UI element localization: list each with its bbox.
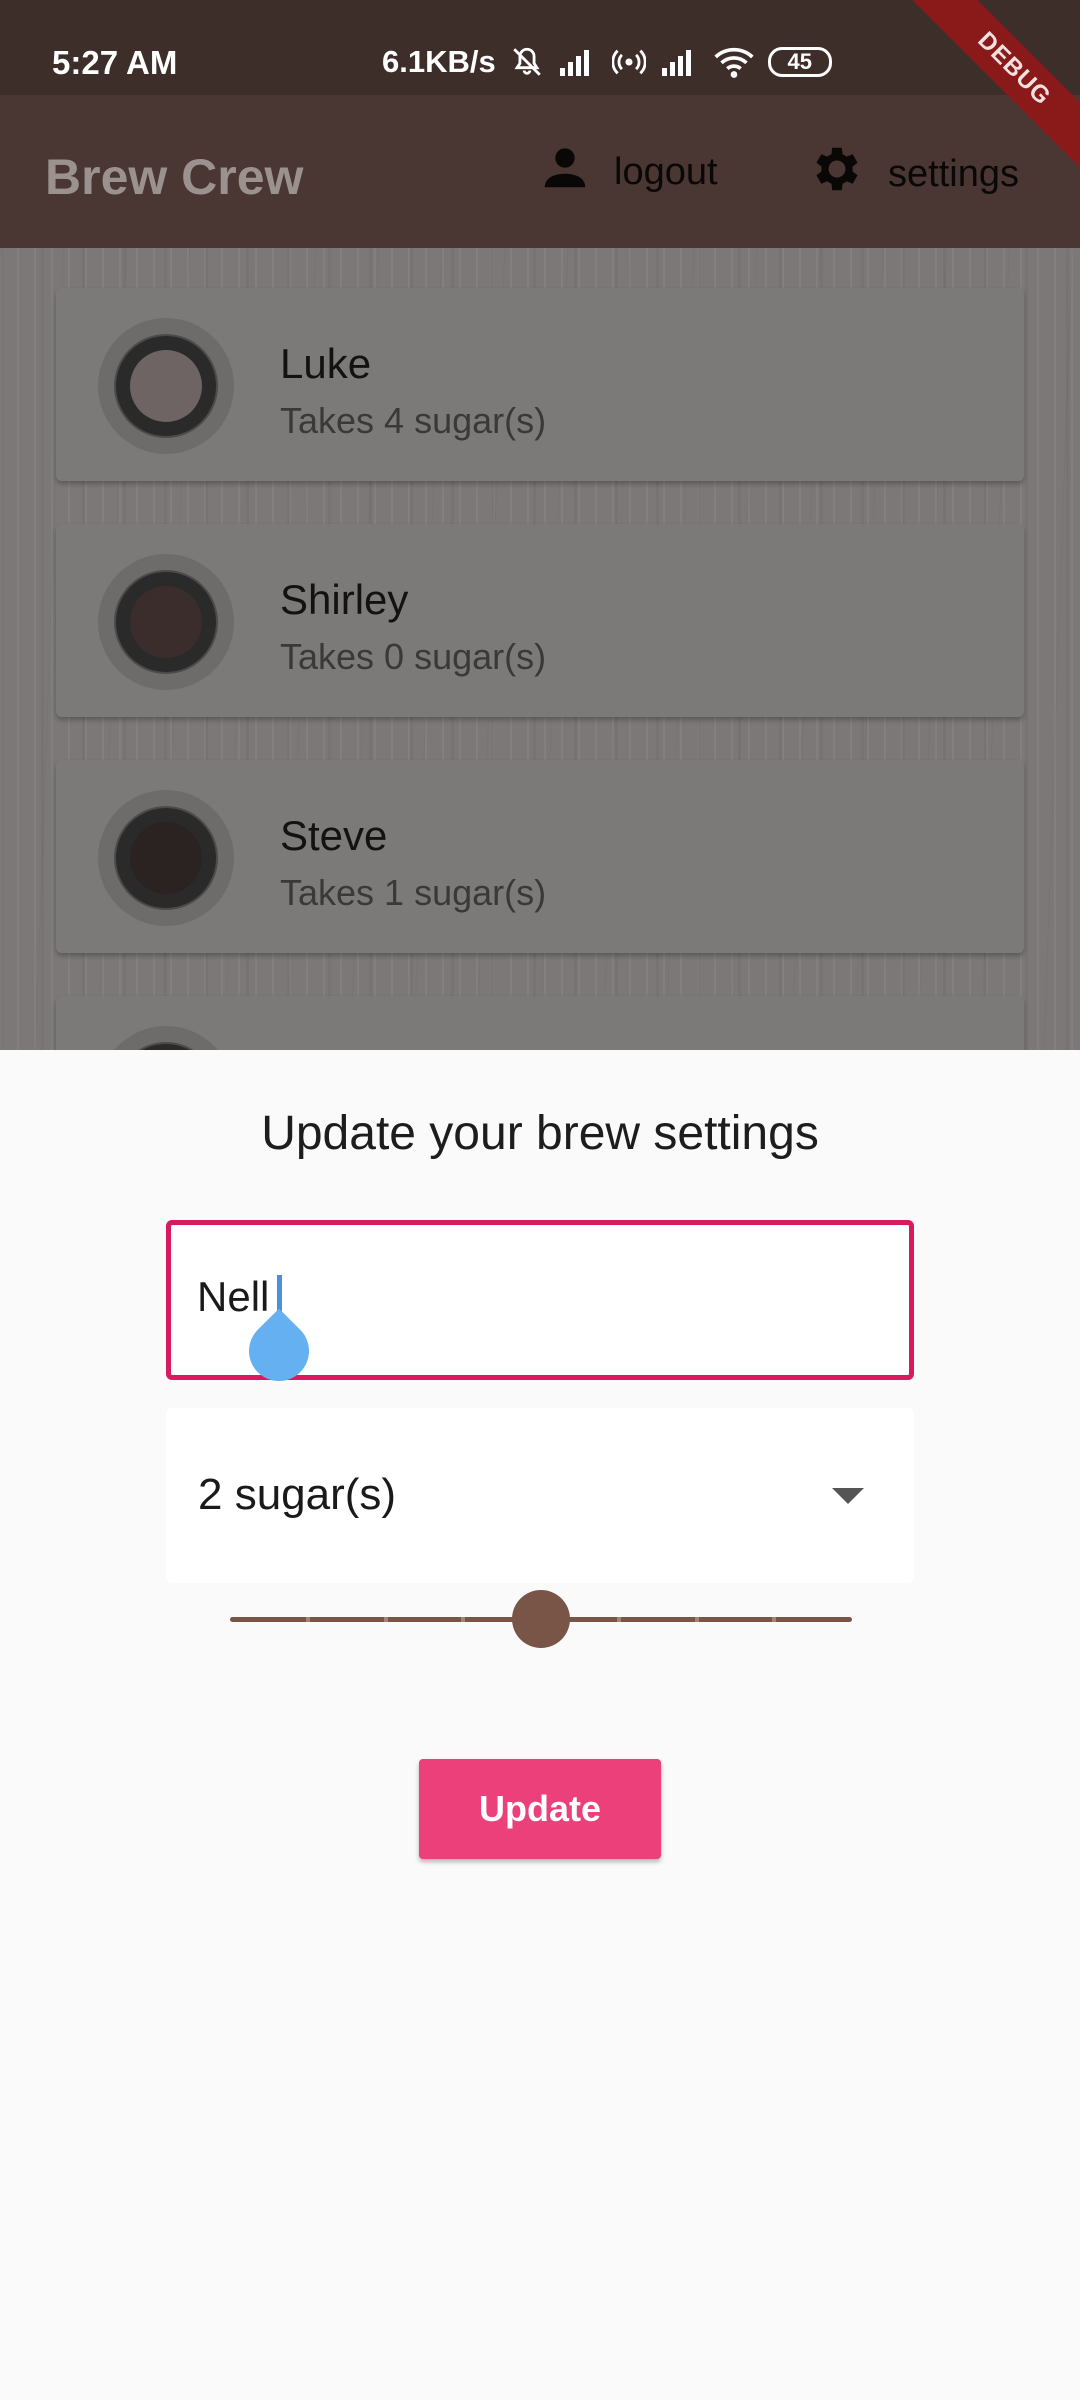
coffee-cup-icon: [114, 334, 218, 438]
brew-card[interactable]: Luke Takes 4 sugar(s): [56, 288, 1024, 481]
brew-name: Shirley: [280, 576, 409, 623]
slider-tick: [461, 1617, 466, 1622]
slider-tick: [694, 1617, 699, 1622]
gear-icon: [808, 140, 866, 208]
dropdown-arrow-icon: [832, 1488, 864, 1504]
status-time: 5:27 AM: [52, 44, 178, 81]
hotspot-icon: [611, 45, 646, 79]
brew-name: Steve: [280, 812, 388, 859]
mute-icon: [510, 45, 544, 79]
slider-tick: [772, 1617, 777, 1622]
slider-thumb[interactable]: [512, 1590, 570, 1648]
brew-sugars: Takes 0 sugar(s): [280, 636, 547, 677]
logout-button[interactable]: logout: [538, 140, 718, 204]
update-button[interactable]: Update: [419, 1759, 661, 1859]
background-screen: 5:27 AM 6.1KB/s 45 DEBUG Brew Crew logou…: [0, 0, 1080, 1050]
name-input[interactable]: [197, 1261, 877, 1333]
brew-sugars: Takes 4 sugar(s): [280, 400, 547, 441]
sugar-dropdown[interactable]: 2 sugar(s): [166, 1408, 914, 1583]
coffee-fill: [130, 350, 202, 422]
coffee-cup-icon: [114, 570, 218, 674]
settings-label: settings: [888, 152, 1019, 195]
app-title: Brew Crew: [45, 149, 304, 205]
logout-label: logout: [614, 150, 718, 193]
coffee-fill: [130, 586, 202, 658]
brew-sugars: Takes 1 sugar(s): [280, 872, 547, 913]
coffee-fill: [130, 822, 202, 894]
slider-tick: [383, 1617, 388, 1622]
strength-slider[interactable]: [230, 1590, 852, 1650]
wifi-icon: [714, 45, 754, 79]
slider-tick: [305, 1617, 310, 1622]
settings-bottom-sheet: Update your brew settings 2 sugar(s): [0, 1050, 1080, 2400]
brew-card-partial[interactable]: [56, 996, 1024, 1050]
brew-name: Luke: [280, 340, 372, 387]
brew-card[interactable]: Shirley Takes 0 sugar(s): [56, 524, 1024, 717]
net-speed: 6.1KB/s: [382, 44, 496, 79]
slider-tick: [616, 1617, 621, 1622]
signal-icon-2: [660, 46, 700, 78]
brew-card[interactable]: Steve Takes 1 sugar(s): [56, 760, 1024, 953]
sheet-title: Update your brew settings: [261, 1107, 819, 1160]
status-icons: 6.1KB/s 45: [382, 44, 832, 80]
signal-icon: [558, 46, 598, 78]
person-icon: [538, 140, 592, 204]
coffee-cup-icon: [114, 806, 218, 910]
sugar-dropdown-value: 2 sugar(s): [198, 1470, 397, 1519]
name-field[interactable]: [166, 1220, 914, 1394]
battery-indicator: 45: [767, 47, 832, 77]
settings-button[interactable]: settings: [808, 140, 1019, 208]
status-bar: 5:27 AM 6.1KB/s 45: [0, 0, 1080, 95]
